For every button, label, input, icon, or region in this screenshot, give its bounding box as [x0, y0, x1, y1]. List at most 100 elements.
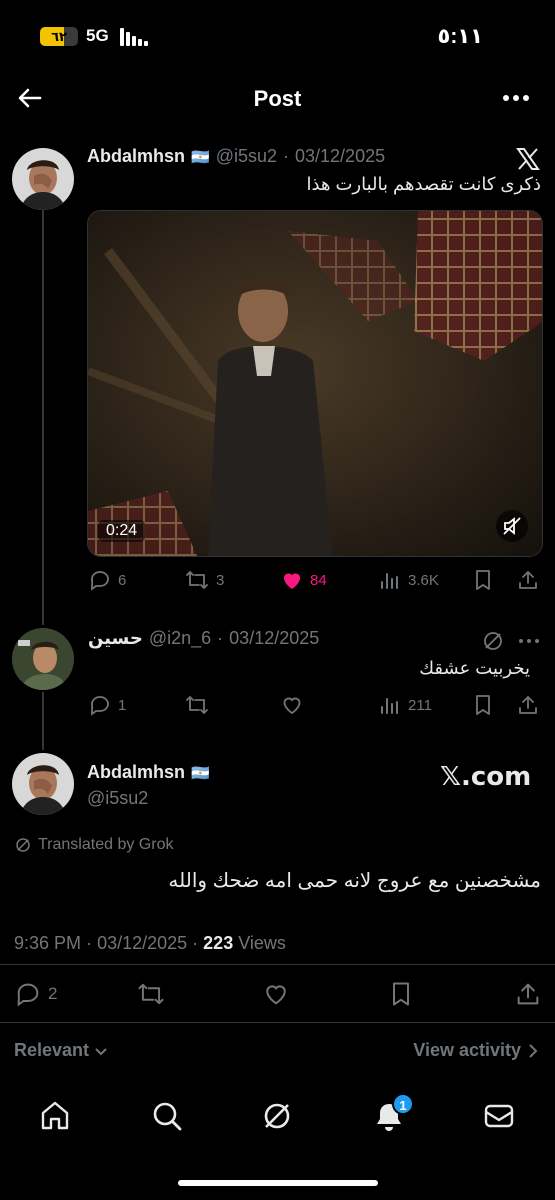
like-button[interactable]: 84	[280, 568, 327, 592]
grok-icon	[14, 836, 32, 854]
author-handle[interactable]: @i5su2	[87, 788, 148, 809]
bookmark-button[interactable]	[472, 568, 494, 592]
post-date: 03/12/2025	[97, 933, 188, 953]
more-options-icon[interactable]	[501, 86, 531, 110]
views-label: Views	[238, 933, 286, 953]
post-date: 03/12/2025	[229, 628, 320, 648]
reply-button[interactable]: 6	[88, 568, 126, 592]
post-text: ذكرى كانت تقصدهم بالبارت هذا	[306, 174, 541, 194]
avatar[interactable]	[12, 628, 74, 690]
mute-icon[interactable]	[496, 510, 528, 542]
divider	[0, 1022, 555, 1023]
separator-dot: ·	[217, 628, 224, 648]
battery-level: ٦٢	[51, 29, 67, 44]
post-date: 03/12/2025	[295, 146, 386, 166]
post-text: مشخصنين مع عروج لانه حمى امه ضحك والله	[168, 870, 541, 892]
heart-icon	[262, 980, 290, 1008]
author-name[interactable]: حسين	[88, 628, 143, 649]
views-count[interactable]: 223	[203, 933, 233, 953]
chevron-right-icon	[527, 1043, 539, 1059]
home-icon[interactable]	[38, 1099, 72, 1138]
reply-button[interactable]: 2	[14, 980, 57, 1008]
reply-count: 2	[48, 984, 58, 1003]
share-icon	[516, 568, 540, 592]
x-logo-icon	[515, 146, 541, 172]
views-chart-icon	[378, 568, 402, 592]
chevron-down-icon	[93, 1043, 109, 1059]
views-button[interactable]: 3.6K	[378, 568, 439, 592]
status-bar: ٦٢ 5G ٥:١١	[0, 0, 555, 72]
search-icon[interactable]	[150, 1099, 184, 1138]
separator-dot: ·	[86, 933, 98, 953]
thread-line	[42, 210, 44, 625]
author-name[interactable]: Abdalmhsn	[87, 146, 185, 167]
avatar[interactable]	[12, 753, 74, 815]
translated-by-label[interactable]: Translated by Grok	[38, 836, 173, 854]
bottom-nav: 1	[0, 1078, 555, 1158]
reply-count: 6	[118, 571, 127, 589]
reply-icon	[88, 693, 112, 717]
divider	[0, 964, 555, 965]
video-player[interactable]: 0:24	[87, 210, 543, 557]
view-activity-button[interactable]: View activity	[413, 1040, 539, 1061]
views-chart-icon	[378, 693, 402, 717]
signal-icon	[120, 28, 148, 46]
flag-icon: 🇦🇷	[191, 148, 210, 166]
share-button[interactable]	[516, 568, 540, 592]
thread-line	[42, 692, 44, 750]
flag-icon: 🇦🇷	[191, 764, 210, 782]
grok-icon[interactable]	[260, 1099, 294, 1138]
sort-label: Relevant	[14, 1040, 90, 1060]
separator-dot: ·	[283, 146, 290, 166]
heart-icon	[280, 693, 304, 717]
views-count: 211	[408, 696, 432, 714]
repost-icon	[136, 980, 166, 1008]
notifications-icon[interactable]: 1	[372, 1093, 414, 1133]
bookmark-button[interactable]	[472, 693, 494, 717]
x-com-label: 𝕏.com	[440, 762, 532, 792]
reply-text: يخربيت عشقك	[419, 658, 530, 678]
like-button[interactable]	[262, 980, 290, 1008]
reply-button[interactable]: 1	[88, 693, 126, 717]
bookmark-button[interactable]	[388, 980, 414, 1008]
status-time: ٥:١١	[437, 25, 483, 48]
views-count: 3.6K	[408, 571, 439, 589]
like-button[interactable]	[280, 693, 304, 717]
video-duration: 0:24	[98, 520, 146, 542]
messages-icon[interactable]	[482, 1099, 516, 1138]
repost-button[interactable]: 3	[184, 568, 224, 592]
sort-relevant-button[interactable]: Relevant	[14, 1040, 109, 1061]
post-time: 9:36 PM	[14, 933, 82, 953]
share-icon	[516, 693, 540, 717]
bookmark-icon	[388, 980, 414, 1008]
share-button[interactable]	[514, 980, 542, 1008]
reply-icon	[14, 980, 42, 1008]
heart-filled-icon	[280, 568, 304, 592]
repost-count: 3	[216, 571, 225, 589]
reply-icon	[88, 568, 112, 592]
bookmark-icon	[472, 693, 494, 717]
author-name[interactable]: Abdalmhsn	[87, 762, 185, 783]
more-options-icon[interactable]	[516, 630, 542, 652]
reply-count: 1	[118, 696, 127, 714]
separator-dot: ·	[192, 933, 204, 953]
grok-icon[interactable]	[481, 629, 505, 653]
view-activity-label: View activity	[413, 1040, 521, 1060]
home-indicator	[178, 1180, 378, 1186]
author-handle[interactable]: @i2n_6	[149, 628, 211, 649]
like-count: 84	[310, 571, 327, 589]
bookmark-icon	[472, 568, 494, 592]
network-type: 5G	[86, 26, 109, 45]
share-icon	[514, 980, 542, 1008]
repost-button[interactable]	[136, 980, 166, 1008]
author-handle[interactable]: @i5su2	[216, 146, 277, 167]
battery-icon: ٦٢	[40, 27, 78, 46]
repost-button[interactable]	[184, 693, 210, 717]
repost-icon	[184, 568, 210, 592]
avatar[interactable]	[12, 148, 74, 210]
views-button[interactable]: 211	[378, 693, 432, 717]
post-timestamp: 9:36 PM · 03/12/2025 · 223 Views	[14, 933, 286, 954]
share-button[interactable]	[516, 693, 540, 717]
repost-icon	[184, 693, 210, 717]
page-title: Post	[253, 86, 302, 111]
